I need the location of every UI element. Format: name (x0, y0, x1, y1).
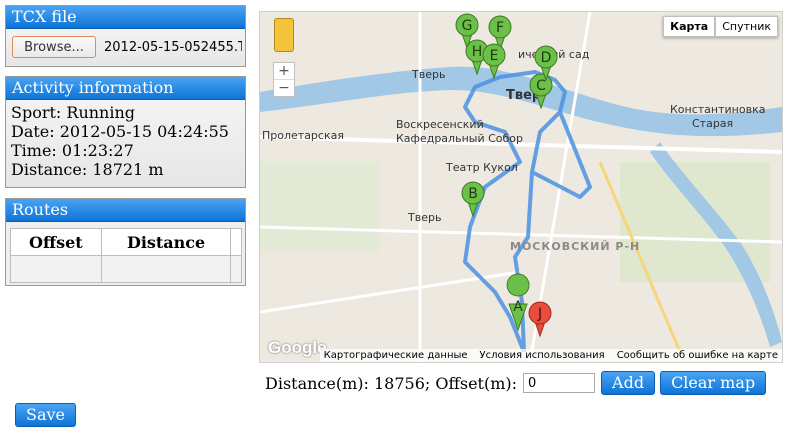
marker-c[interactable]: C (529, 73, 553, 110)
clear-map-button[interactable]: Clear map (660, 371, 767, 395)
sport-text: Sport: Running (11, 103, 136, 122)
add-button[interactable]: Add (601, 371, 656, 395)
marker-j-label: J (537, 306, 542, 322)
marker-a-label: A (513, 299, 523, 315)
report-map-error-link[interactable]: Сообщить об ошибке на карте (617, 350, 778, 361)
activity-panel-body: Sport: Running Date: 2012-05-15 04:24:55… (6, 100, 245, 187)
distance-text: Distance: 18721 m (11, 160, 164, 179)
map-type-satellite-button[interactable]: Спутник (715, 16, 778, 37)
route-controls: Distance(m): 18756; Offset(m): Add Clear… (265, 371, 771, 395)
routes-panel-body: Offset Distance (6, 222, 245, 285)
google-logo: Google (268, 338, 327, 357)
map-footer: Картографические данные Условия использо… (319, 349, 782, 362)
routes-panel: Routes Offset Distance (5, 198, 246, 286)
table-cell (10, 255, 102, 283)
marker-d-label: D (541, 50, 552, 66)
marker-e[interactable]: E (482, 43, 506, 80)
tcx-file-panel: TCX file Browse... 2012-05-15-052455.T (5, 5, 246, 67)
marker-c-label: C (536, 78, 546, 94)
map-type-control: Карта Спутник (663, 16, 778, 37)
map-data-link[interactable]: Картографические данные (324, 350, 468, 361)
table-cell (230, 255, 242, 283)
zoom-control: + − (273, 62, 295, 97)
route-map[interactable]: Твер Тверь Тверь Пролетарская Воскресенс… (259, 11, 783, 363)
distance-offset-label: Distance(m): 18756; Offset(m): (265, 373, 518, 393)
zoom-out-button[interactable]: − (274, 79, 294, 96)
selected-file-name: 2012-05-15-052455.T (104, 40, 242, 55)
routes-panel-title: Routes (6, 199, 245, 222)
routes-table: Offset Distance (10, 228, 242, 283)
tcx-panel-title: TCX file (6, 6, 245, 29)
marker-b[interactable]: B (461, 181, 485, 218)
table-cell (100, 255, 232, 283)
map-type-map-button[interactable]: Карта (663, 16, 716, 37)
time-text: Time: 01:23:27 (11, 141, 134, 160)
marker-e-label: E (490, 48, 499, 64)
save-button[interactable]: Save (15, 403, 77, 427)
marker-f-label: F (496, 20, 504, 36)
marker-layer: A B C D G F H E J (455, 13, 558, 338)
marker-h-label: H (472, 44, 483, 60)
date-text: Date: 2012-05-15 04:24:55 (11, 122, 229, 141)
distance-column-header: Distance (100, 228, 232, 256)
offset-input[interactable] (523, 373, 596, 393)
marker-b-label: B (468, 186, 478, 202)
activity-info-panel: Activity information Sport: Running Date… (5, 76, 246, 188)
tcx-panel-body: Browse... 2012-05-15-052455.T (6, 29, 245, 66)
browse-button[interactable]: Browse... (12, 36, 96, 58)
zoom-in-button[interactable]: + (274, 63, 294, 79)
table-row (10, 255, 242, 283)
street-view-pegman-icon[interactable] (274, 18, 294, 52)
offset-column-header: Offset (10, 228, 102, 256)
table-spacer-header (230, 228, 242, 256)
marker-a[interactable]: A (506, 273, 530, 332)
terms-of-use-link[interactable]: Условия использования (480, 350, 605, 361)
marker-j[interactable]: J (528, 301, 552, 338)
activity-panel-title: Activity information (6, 77, 245, 100)
marker-g-label: G (462, 18, 473, 34)
